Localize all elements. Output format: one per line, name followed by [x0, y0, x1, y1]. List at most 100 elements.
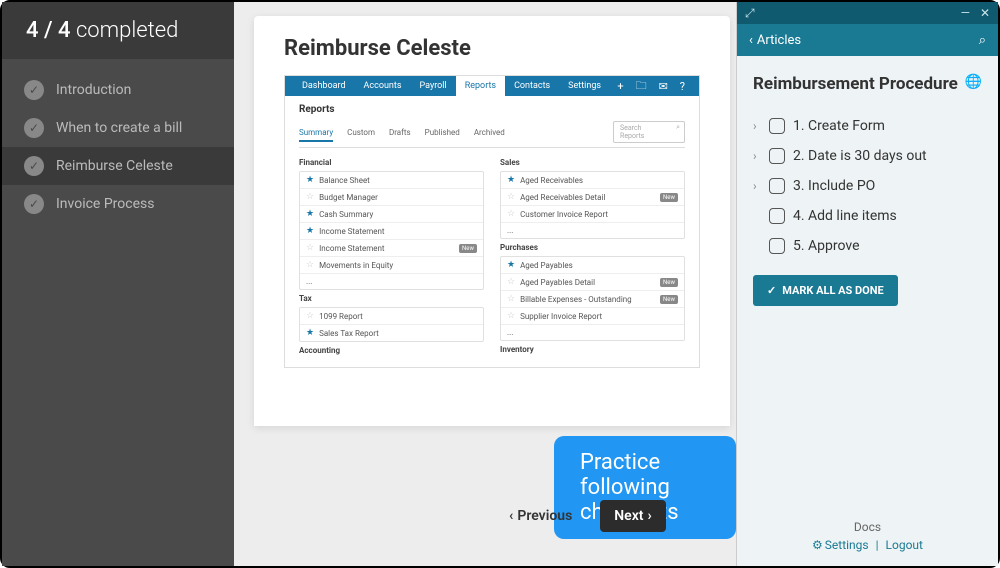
- checkbox[interactable]: [769, 148, 785, 164]
- search-icon[interactable]: ⌕: [979, 33, 986, 48]
- checklist-label: 4. Add line items: [793, 208, 897, 224]
- checklist-item[interactable]: › 4. Add line items: [753, 201, 982, 231]
- checklist-item[interactable]: › 5. Approve: [753, 231, 982, 261]
- lesson-nav: ‹ Previous Next ›: [495, 500, 666, 532]
- checklist-label: 3. Include PO: [793, 178, 875, 194]
- sidebar-item-label: Introduction: [56, 82, 131, 98]
- minimize-icon[interactable]: —: [961, 6, 970, 20]
- embed-tab-published[interactable]: Published: [425, 128, 460, 137]
- list-item[interactable]: ★Aged Payables: [501, 257, 684, 274]
- check-icon: ✓: [24, 118, 44, 138]
- help-window-bar: ⤢ — ✕: [737, 2, 998, 24]
- list-item[interactable]: ☆Income StatementNew: [300, 240, 483, 257]
- list-item[interactable]: ...: [501, 325, 684, 340]
- sidebar-item-invoice-process[interactable]: ✓ Invoice Process: [2, 185, 234, 223]
- list-item[interactable]: ...: [300, 274, 483, 289]
- check-icon: ✓: [24, 194, 44, 214]
- star-icon: ☆: [507, 311, 515, 321]
- star-icon: ★: [507, 175, 515, 185]
- next-button[interactable]: Next ›: [600, 500, 665, 532]
- folder-icon[interactable]: 🗀: [630, 77, 653, 96]
- list-item[interactable]: ...: [501, 223, 684, 238]
- embed-nav-reports[interactable]: Reports: [456, 76, 505, 96]
- lesson-title: Reimburse Celeste: [284, 36, 700, 61]
- star-icon: ★: [306, 209, 314, 219]
- lesson-sidebar: 4 / 4 completed ✓ Introduction ✓ When to…: [2, 2, 234, 566]
- embed-nav-payroll[interactable]: Payroll: [410, 76, 455, 96]
- footer-logout-link[interactable]: Logout: [886, 538, 923, 552]
- checkbox[interactable]: [769, 238, 785, 254]
- list-item[interactable]: ☆Movements in Equity: [300, 257, 483, 274]
- mark-all-done-button[interactable]: ✓ MARK ALL AS DONE: [753, 275, 898, 306]
- embed-tab-summary[interactable]: Summary: [299, 128, 333, 142]
- sidebar-item-reimburse-celeste[interactable]: ✓ Reimburse Celeste: [2, 147, 234, 185]
- star-icon: ★: [507, 260, 515, 270]
- star-icon: ☆: [306, 243, 314, 253]
- embed-heading: Reports: [299, 104, 685, 115]
- embed-nav-dashboard[interactable]: Dashboard: [293, 76, 355, 96]
- help-icon[interactable]: ?: [674, 80, 691, 93]
- footer-settings-link[interactable]: Settings: [825, 538, 869, 552]
- star-icon: ☆: [507, 277, 515, 287]
- embed-nav-contacts[interactable]: Contacts: [505, 76, 559, 96]
- chevron-right-icon: ›: [753, 149, 761, 163]
- list-item[interactable]: ★Income Statement: [300, 223, 483, 240]
- embed-tab-archived[interactable]: Archived: [474, 128, 505, 137]
- list-item[interactable]: ☆Aged Payables DetailNew: [501, 274, 684, 291]
- embed-nav-accounts[interactable]: Accounts: [355, 76, 411, 96]
- section-inventory: Inventory: [500, 345, 685, 354]
- back-to-articles[interactable]: ‹ Articles: [749, 33, 801, 48]
- globe-icon[interactable]: 🌐: [965, 74, 982, 90]
- list-item[interactable]: ☆Customer Invoice Report: [501, 206, 684, 223]
- lesson-card: Reimburse Celeste Dashboard Accounts Pay…: [254, 16, 730, 426]
- new-badge: New: [660, 193, 678, 202]
- star-icon: ☆: [507, 294, 515, 304]
- sidebar-item-when-to-create-bill[interactable]: ✓ When to create a bill: [2, 109, 234, 147]
- section-sales: Sales: [500, 158, 685, 167]
- checklist-item[interactable]: › 2. Date is 30 days out: [753, 141, 982, 171]
- list-item[interactable]: ☆Budget Manager: [300, 189, 483, 206]
- new-badge: New: [660, 278, 678, 287]
- list-item[interactable]: ★Sales Tax Report: [300, 325, 483, 341]
- tax-list: ☆1099 Report ★Sales Tax Report: [299, 307, 484, 342]
- star-icon: ☆: [306, 192, 314, 202]
- embed-nav-settings[interactable]: Settings: [559, 76, 610, 96]
- section-tax: Tax: [299, 294, 484, 303]
- expand-icon[interactable]: ⤢: [745, 6, 755, 21]
- embed-search-input[interactable]: Search Reports: [613, 121, 685, 143]
- sidebar-item-label: Invoice Process: [56, 196, 154, 212]
- checklist-label: 2. Date is 30 days out: [793, 148, 927, 164]
- list-item[interactable]: ☆Billable Expenses - OutstandingNew: [501, 291, 684, 308]
- section-purchases: Purchases: [500, 243, 685, 252]
- checklist-item[interactable]: › 1. Create Form: [753, 111, 982, 141]
- help-panel: ⤢ — ✕ ‹ Articles ⌕ Reimbursement Procedu…: [736, 2, 998, 566]
- plus-icon[interactable]: +: [611, 80, 629, 93]
- star-icon: ★: [306, 226, 314, 236]
- footer-docs[interactable]: Docs: [737, 520, 998, 534]
- list-item[interactable]: ☆1099 Report: [300, 308, 483, 325]
- list-item[interactable]: ★Balance Sheet: [300, 172, 483, 189]
- list-item[interactable]: ☆Aged Receivables DetailNew: [501, 189, 684, 206]
- list-item[interactable]: ★Aged Receivables: [501, 172, 684, 189]
- check-icon: ✓: [24, 80, 44, 100]
- list-item[interactable]: ★Cash Summary: [300, 206, 483, 223]
- new-badge: New: [660, 295, 678, 304]
- checkbox[interactable]: [769, 118, 785, 134]
- star-icon: ★: [306, 175, 314, 185]
- star-icon: ★: [306, 328, 314, 338]
- embed-tab-custom[interactable]: Custom: [347, 128, 375, 137]
- close-icon[interactable]: ✕: [980, 6, 990, 20]
- chevron-right-icon: ›: [753, 119, 761, 133]
- chevron-left-icon: ‹: [509, 508, 513, 524]
- checkbox[interactable]: [769, 178, 785, 194]
- help-article-title: Reimbursement Procedure: [753, 74, 958, 95]
- previous-button[interactable]: ‹ Previous: [495, 500, 586, 532]
- checkbox[interactable]: [769, 208, 785, 224]
- list-item[interactable]: ☆Supplier Invoice Report: [501, 308, 684, 325]
- mail-icon[interactable]: ✉: [653, 80, 674, 93]
- chevron-right-icon: ›: [648, 508, 652, 524]
- sidebar-item-introduction[interactable]: ✓ Introduction: [2, 71, 234, 109]
- embed-tab-drafts[interactable]: Drafts: [389, 128, 411, 137]
- financial-list: ★Balance Sheet ☆Budget Manager ★Cash Sum…: [299, 171, 484, 290]
- checklist-item[interactable]: › 3. Include PO: [753, 171, 982, 201]
